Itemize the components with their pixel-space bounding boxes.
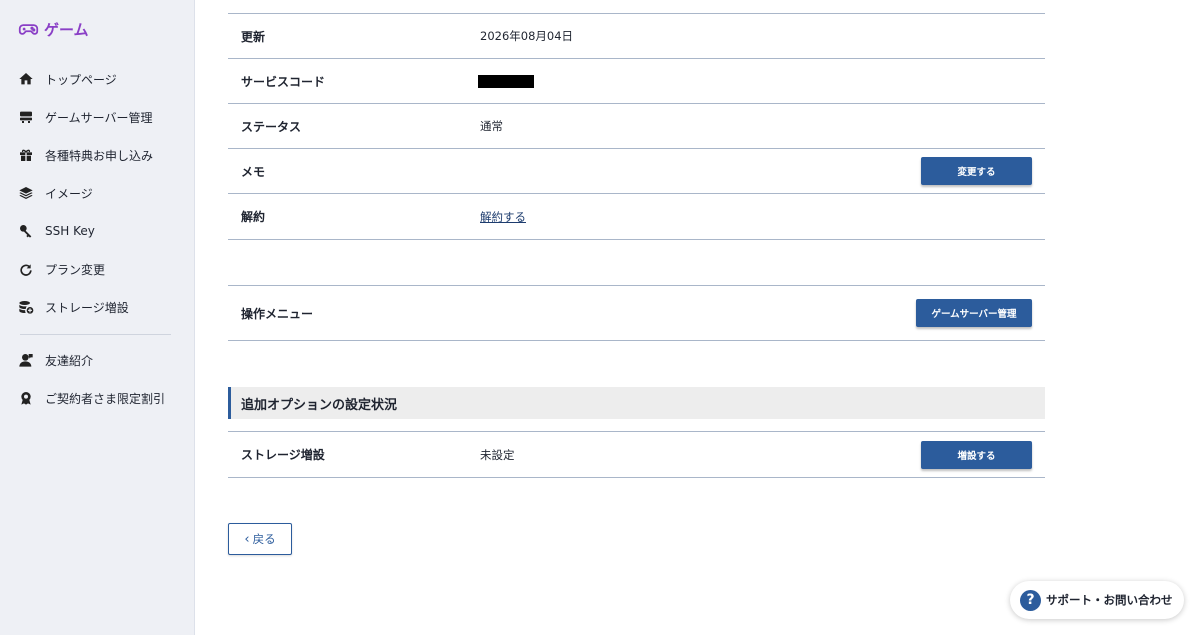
sidebar-item-friend[interactable]: 友達紹介 [18,350,93,370]
support-button[interactable]: ? サポート・お問い合わせ [1010,581,1184,619]
discount-badge-icon [18,390,34,406]
game-server-manage-button[interactable]: ゲームサーバー管理 [916,299,1032,327]
status-label: ステータス [241,119,302,134]
detail-row-updated: 更新 2026年08月04日 [228,14,1045,59]
key-icon [18,223,34,239]
detail-row-memo: メモ 変更する [228,149,1045,194]
sidebar-item-label: 各種特典お申し込み [45,148,154,163]
storage-icon [18,299,34,315]
friend-icon [18,352,34,368]
sidebar-item-storage[interactable]: ストレージ増設 [18,297,129,317]
sidebar-item-label: ゲームサーバー管理 [45,110,153,125]
sidebar-item-discount[interactable]: ご契約者さま限定割引 [18,388,165,408]
storage-label: ストレージ増設 [241,448,325,462]
sidebar-item-label: ストレージ増設 [45,300,129,315]
sidebar-item-ssh-key[interactable]: SSH Key [18,221,95,241]
support-label: サポート・お問い合わせ [1046,593,1173,607]
options-row-storage: ストレージ増設 未設定 増設する [228,432,1045,478]
detail-row-cancel: 解約 解約する [228,194,1045,240]
detail-row-service-code: サービスコード [228,59,1045,104]
sidebar-item-label: ご契約者さま限定割引 [45,391,166,406]
updated-label: 更新 [241,29,266,44]
sidebar-item-label: トップページ [45,72,117,87]
updated-value: 2026年08月04日 [480,29,574,43]
cancel-label: 解約 [241,210,266,224]
operations-label: 操作メニュー [241,306,314,321]
service-code-label: サービスコード [241,74,326,89]
detail-row-status: ステータス 通常 [228,104,1045,149]
back-button[interactable]: ‹ 戻る [228,523,292,555]
sidebar-item-game-server[interactable]: ゲームサーバー管理 [18,107,153,127]
gift-icon [18,147,34,163]
sidebar: ゲーム トップページ ゲームサーバー管理 各種特典お申し込み イメージ SSH … [0,0,195,635]
server-icon [18,109,34,125]
refresh-icon [18,261,34,277]
gamepad-icon [18,24,39,35]
sidebar-item-label: プラン変更 [45,262,106,277]
options-section-heading: 追加オプションの設定状況 [228,387,1045,419]
sidebar-item-image[interactable]: イメージ [18,183,93,203]
sidebar-item-plan-change[interactable]: プラン変更 [18,259,105,279]
sidebar-item-label: イメージ [45,186,93,201]
layers-icon [18,185,34,201]
back-button-label: 戻る [252,532,276,546]
storage-value: 未設定 [480,447,515,462]
sidebar-divider [20,334,171,335]
brand-label: ゲーム [44,21,89,39]
cancel-link[interactable]: 解約する [480,209,526,225]
help-icon: ? [1020,589,1041,611]
sidebar-item-label: 友達紹介 [45,353,94,368]
memo-label: メモ [241,164,266,179]
home-icon [18,71,34,87]
memo-change-button[interactable]: 変更する [921,157,1032,185]
service-code-redacted [478,74,534,88]
sidebar-item-top[interactable]: トップページ [18,69,117,89]
brand[interactable]: ゲーム [18,19,89,40]
operations-row: 操作メニュー ゲームサーバー管理 [228,286,1045,341]
storage-add-button[interactable]: 増設する [921,440,1032,469]
sidebar-item-benefits[interactable]: 各種特典お申し込み [18,145,153,165]
status-value: 通常 [480,119,503,133]
chevron-left-icon: ‹ [244,531,250,547]
sidebar-item-label: SSH Key [45,224,95,238]
